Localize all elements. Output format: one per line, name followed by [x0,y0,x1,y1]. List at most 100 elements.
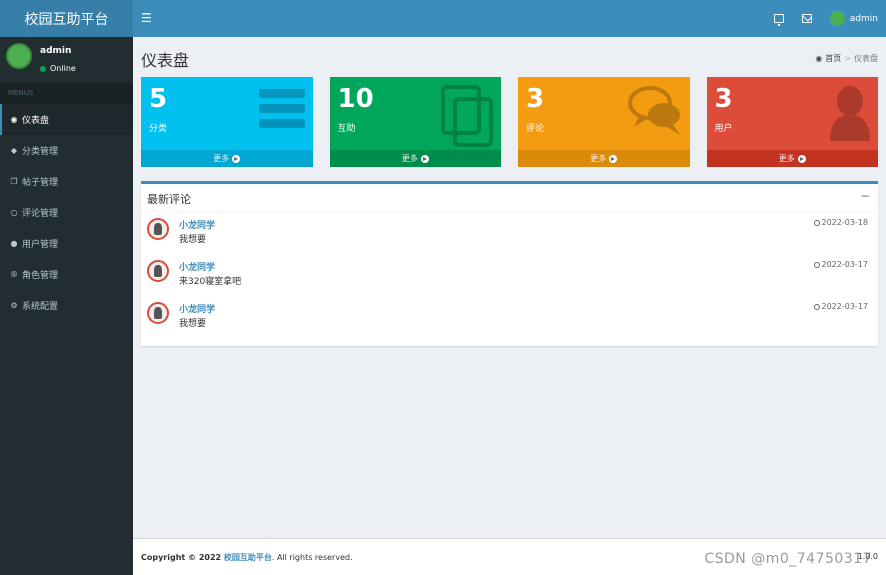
comment-author[interactable]: 小龙同学 [179,260,215,273]
footer-link[interactable]: 校园互助平台 [224,553,272,562]
stat-box-users: 3 用户 更多 [706,77,878,167]
clock-icon [813,261,820,268]
breadcrumb-separator: > [844,54,851,63]
comment-author[interactable]: 小龙同学 [179,302,215,315]
comment-date: 2022-03-17 [813,302,869,311]
comments-icon [627,86,680,135]
monitor-icon[interactable] [773,14,784,26]
comment-text: 我想要 [179,319,207,329]
stat-more-link[interactable]: 更多 [706,150,878,167]
watermark: CSDN @m0_74750317 [704,551,872,567]
sidebar-item-categories[interactable]: ◆ 分类管理 [0,135,133,166]
sidebar-item-label: 评论管理 [22,209,59,219]
stat-more-link[interactable]: 更多 [141,150,313,167]
stat-boxes: 5 分类 更多 10 互助 更多 3 评论 更多 3 用户 更多 [141,77,878,167]
comment-text: 我想要 [179,235,207,245]
breadcrumb-home[interactable]: 首页 [825,53,841,64]
arrow-circle-right-icon [420,154,429,163]
sidebar-item-dashboard[interactable]: ◉ 仪表盘 [0,104,133,135]
avatar [829,11,845,26]
footer-copyright: Copyright © 2022 校园互助平台. All rights rese… [141,552,353,563]
avatar [6,43,32,69]
app-logo[interactable]: 校园互助平台 [0,0,133,37]
stat-more-label: 更多 [213,154,230,163]
navbar-icons: admin [773,0,878,37]
sidebar-item-label: 用户管理 [22,240,59,250]
sidebar-item-users[interactable]: ● 用户管理 [0,228,133,259]
arrow-circle-right-icon [797,154,806,163]
collapse-button[interactable]: − [860,189,870,203]
user-panel: admin Online [0,37,133,82]
list-item: 小龙同学 来320寝室拿吧 2022-03-17 [141,254,878,296]
registered-icon: ® [10,270,18,279]
latest-comments-panel: 最新评论 − 小龙同学 我想要 2022-03-18 小龙同学 来320寝室拿吧… [141,181,878,346]
stat-box-help: 10 互助 更多 [329,77,501,167]
sidebar-item-label: 仪表盘 [22,116,50,126]
avatar [147,302,169,324]
navbar-user-menu[interactable]: admin [829,11,878,26]
copyright-prefix: Copyright © 2022 [141,553,224,562]
breadcrumb: ◉ 首页 > 仪表盘 [815,53,878,64]
panel-header: 最新评论 − [141,184,878,212]
page-title: 仪表盘 [141,51,190,70]
avatar [147,218,169,240]
stat-box-body: 5 分类 [141,77,313,150]
avatar [147,260,169,282]
navbar-user-name: admin [849,13,878,24]
comment-date-text: 2022-03-18 [821,218,869,227]
tag-icon: ◆ [10,146,18,155]
comment-date-text: 2022-03-17 [821,260,869,269]
stat-box-categories: 5 分类 更多 [141,77,313,167]
comment-date: 2022-03-17 [813,260,869,269]
clock-icon [813,219,820,226]
comment-date: 2022-03-18 [813,218,869,227]
sidebar-item-label: 角色管理 [22,271,59,281]
stat-more-label: 更多 [778,154,795,163]
arrow-circle-right-icon [232,154,241,163]
home-icon: ◉ [815,54,823,63]
sidebar-item-posts[interactable]: ❐ 帖子管理 [0,166,133,197]
stat-box-body: 3 评论 [518,77,690,150]
arrow-circle-right-icon [609,154,618,163]
comment-text: 来320寝室拿吧 [179,277,242,287]
main-content: 仪表盘 ◉ 首页 > 仪表盘 5 分类 更多 10 互助 更多 3 评论 更多 … [133,37,886,538]
copy-icon [441,85,493,147]
user-icon: ● [10,239,18,248]
comment-author[interactable]: 小龙同学 [179,218,215,231]
dashboard-icon: ◉ [10,115,18,124]
sidebar-item-settings[interactable]: ⚙ 系统配置 [0,290,133,321]
sidebar-toggle-icon[interactable]: ☰ [141,11,152,25]
list-item: 小龙同学 我想要 2022-03-18 [141,212,878,254]
stat-more-link[interactable]: 更多 [518,150,690,167]
sidebar-item-comments[interactable]: ○ 评论管理 [0,197,133,228]
sidebar-item-roles[interactable]: ® 角色管理 [0,259,133,290]
user-status-label: Online [50,64,76,73]
stat-box-body: 10 互助 [329,77,501,150]
breadcrumb-current: 仪表盘 [854,54,878,63]
stat-box-comments: 3 评论 更多 [518,77,690,167]
user-status: Online [40,64,76,73]
sidebar-item-label: 帖子管理 [22,178,59,188]
top-navbar: ☰ admin [133,0,886,37]
bars-icon [258,89,305,128]
copyright-suffix: . All rights reserved. [271,553,353,562]
sidebar-item-label: 分类管理 [22,147,59,157]
stat-more-label: 更多 [401,154,418,163]
sidebar-user-name: admin [40,46,72,56]
clock-icon [813,303,820,310]
gear-icon: ⚙ [10,301,18,310]
list-item: 小龙同学 我想要 2022-03-17 [141,296,878,338]
stat-more-link[interactable]: 更多 [329,150,501,167]
comment-icon: ○ [10,208,18,217]
mail-icon[interactable] [801,14,812,23]
stat-more-label: 更多 [590,154,607,163]
panel-title: 最新评论 [147,193,191,206]
comment-date-text: 2022-03-17 [821,302,869,311]
menu-header: MENUS [0,82,133,104]
stat-box-body: 3 用户 [706,77,878,150]
sidebar-item-label: 系统配置 [22,302,59,312]
user-icon [830,86,870,141]
sidebar: admin Online MENUS ◉ 仪表盘 ◆ 分类管理 ❐ 帖子管理 ○… [0,37,133,575]
copy-icon: ❐ [10,177,18,186]
online-dot-icon [40,65,46,72]
